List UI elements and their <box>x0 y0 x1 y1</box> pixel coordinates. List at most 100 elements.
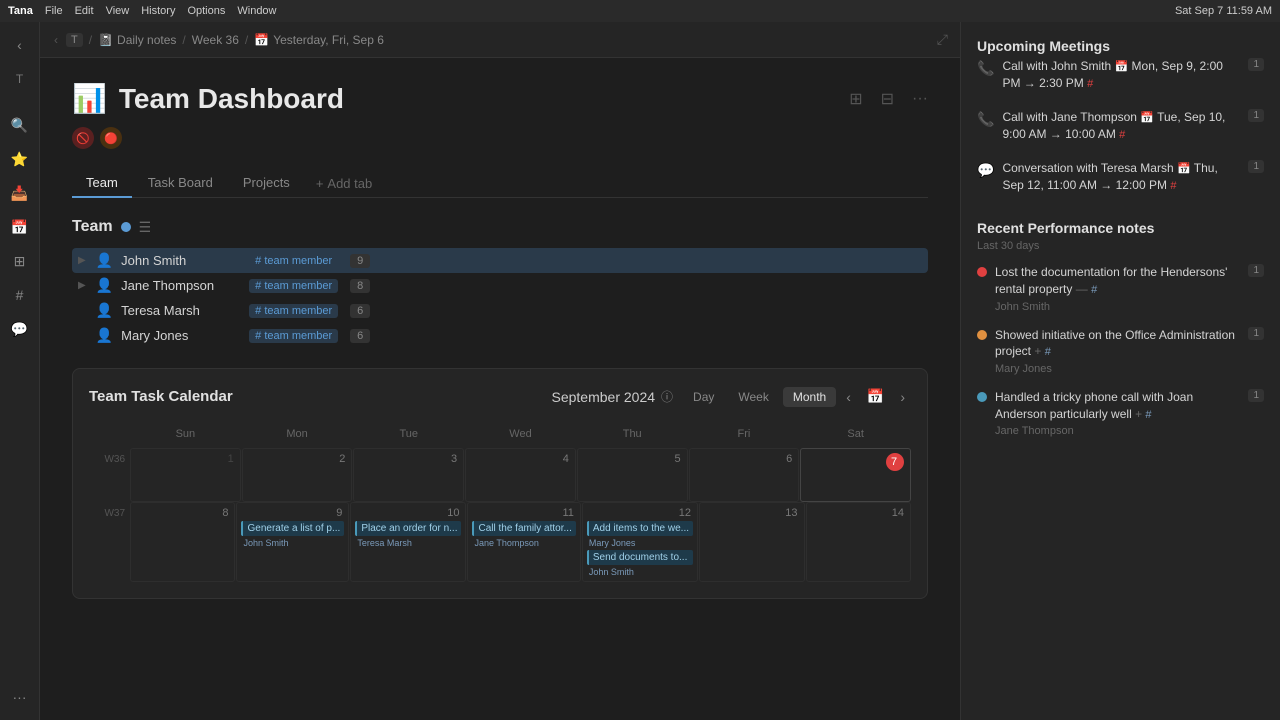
member-tag[interactable]: # team member <box>249 329 338 343</box>
page-badge-red[interactable]: 🚫 <box>72 127 94 149</box>
meeting-hash[interactable]: # <box>1170 180 1176 192</box>
sidebar-chat-icon[interactable]: 💬 <box>5 314 35 344</box>
menubar-history[interactable]: History <box>141 5 175 17</box>
meeting-title[interactable]: Call with Jane Thompson 📅 Tue, Sep 10, 9… <box>1002 109 1240 144</box>
meeting-hash[interactable]: # <box>1087 78 1093 90</box>
menubar-file[interactable]: File <box>45 5 63 17</box>
team-sort-icon[interactable]: ☰ <box>139 219 152 236</box>
team-member-jane-thompson[interactable]: ▶ 👤 Jane Thompson # team member 8 <box>72 273 928 298</box>
sidebar-search-icon[interactable]: 🔍 <box>5 110 35 140</box>
sidebar-inbox-icon[interactable]: 📥 <box>5 178 35 208</box>
cal-nav-prev[interactable]: ‹ <box>840 386 857 408</box>
cal-day-8[interactable]: 8 <box>130 502 235 582</box>
cal-day-4[interactable]: 4 <box>465 448 576 502</box>
breadcrumb-daily-notes[interactable]: 📓 Daily notes <box>98 33 176 47</box>
cal-day-12[interactable]: 12 Add items to the we... Mary Jones Sen… <box>582 502 698 582</box>
perf-hash[interactable]: # <box>1091 284 1097 296</box>
perf-plus-icon[interactable]: + <box>1135 407 1142 421</box>
cal-day-num: 2 <box>247 453 348 465</box>
member-person-icon: 👤 <box>96 302 113 319</box>
tab-projects[interactable]: Projects <box>229 169 304 198</box>
breadcrumb-week36[interactable]: Week 36 <box>192 33 239 47</box>
perf-hash[interactable]: # <box>1145 409 1151 421</box>
cal-day-num: 13 <box>704 507 799 519</box>
weekday-wed: Wed <box>465 424 576 444</box>
expand-icon[interactable]: ▶ <box>78 280 86 291</box>
sidebar-star-icon[interactable]: ⭐ <box>5 144 35 174</box>
team-member-mary-jones[interactable]: ▶ 👤 Mary Jones # team member 6 <box>72 323 928 348</box>
cal-day-11[interactable]: 11 Call the family attor... Jane Thompso… <box>467 502 580 582</box>
expand-icon[interactable]: ▶ <box>78 255 86 266</box>
cal-day-num: 4 <box>470 453 571 465</box>
sidebar-home-icon[interactable]: T <box>5 64 35 94</box>
sidebar-more-icon[interactable]: ··· <box>5 682 35 712</box>
page-title: Team Dashboard <box>119 83 344 115</box>
perf-minus-icon[interactable]: — <box>1076 282 1088 296</box>
calendar-row-w36: W36 1 2 3 4 <box>89 448 911 502</box>
cal-day-3[interactable]: 3 <box>353 448 464 502</box>
team-member-teresa-marsh[interactable]: ▶ 👤 Teresa Marsh # team member 6 <box>72 298 928 323</box>
cal-day-10[interactable]: 10 Place an order for n... Teresa Marsh <box>350 502 466 582</box>
meeting-title[interactable]: Conversation with Teresa Marsh 📅 Thu, Se… <box>1002 160 1240 195</box>
perf-hash[interactable]: # <box>1045 346 1051 358</box>
cal-day-num: 6 <box>694 453 795 465</box>
sidebar-tag-icon[interactable]: # <box>5 280 35 310</box>
cal-day-7-today[interactable]: 7 <box>800 448 911 502</box>
cal-view-day[interactable]: Day <box>683 387 724 407</box>
performance-notes-title: Recent Performance notes <box>977 220 1264 236</box>
cal-event-person: John Smith <box>241 538 344 548</box>
menubar-window[interactable]: Window <box>237 5 276 17</box>
upcoming-meetings-title: Upcoming Meetings <box>977 38 1264 54</box>
grid-icon[interactable]: ⊞ <box>849 89 862 109</box>
cal-nav-today[interactable]: 📅 <box>861 385 890 408</box>
meeting-hash[interactable]: # <box>1119 129 1125 141</box>
cal-day-14[interactable]: 14 <box>806 502 911 582</box>
settings-icon[interactable]: ⊟ <box>881 89 894 109</box>
cal-day-13[interactable]: 13 <box>699 502 804 582</box>
menubar-view[interactable]: View <box>106 5 130 17</box>
sidebar-calendar-icon[interactable]: 📅 <box>5 212 35 242</box>
cal-day-num: 11 <box>472 507 575 519</box>
perf-item-lost-docs: Lost the documentation for the Henderson… <box>977 264 1264 312</box>
menubar-edit[interactable]: Edit <box>75 5 94 17</box>
page-badge-orange[interactable]: 🔴 <box>100 127 122 149</box>
tab-team[interactable]: Team <box>72 169 132 198</box>
cal-view-month[interactable]: Month <box>783 387 836 407</box>
sidebar-back-btn[interactable]: ‹ <box>5 30 35 60</box>
meeting-title[interactable]: Call with John Smith 📅 Mon, Sep 9, 2:00 … <box>1002 58 1240 93</box>
cal-view-week[interactable]: Week <box>728 387 778 407</box>
team-member-john-smith[interactable]: ▶ 👤 John Smith # team member 9 <box>72 248 928 273</box>
menubar-app[interactable]: Tana <box>8 5 33 17</box>
perf-item-initiative: Showed initiative on the Office Administ… <box>977 327 1264 375</box>
breadcrumb-expand-icon[interactable]: ⤢ <box>937 31 948 48</box>
cal-event-add-items[interactable]: Add items to the we... <box>587 521 693 536</box>
cal-day-5[interactable]: 5 <box>577 448 688 502</box>
week-label-w36: W36 <box>89 448 129 502</box>
cal-day-9[interactable]: 9 Generate a list of p... John Smith <box>236 502 349 582</box>
perf-info: Lost the documentation for the Henderson… <box>995 264 1240 312</box>
perf-plus-icon[interactable]: + <box>1034 344 1041 358</box>
member-tag[interactable]: # team member <box>249 304 338 318</box>
add-tab-button[interactable]: +Add tab <box>306 170 382 197</box>
cal-nav-next[interactable]: › <box>894 386 911 408</box>
calendar-info-icon[interactable]: ⓘ <box>661 388 673 405</box>
breadcrumb-logo[interactable]: T <box>66 33 83 47</box>
cal-day-2[interactable]: 2 <box>242 448 353 502</box>
cal-event-place-order[interactable]: Place an order for n... <box>355 521 461 536</box>
cal-event-call-family[interactable]: Call the family attor... <box>472 521 575 536</box>
sidebar-grid-icon[interactable]: ⊞ <box>5 246 35 276</box>
page-title-row: 📊 Team Dashboard ⊞ ⊟ ··· <box>72 82 928 115</box>
tab-task-board[interactable]: Task Board <box>134 169 227 198</box>
cal-event-generate[interactable]: Generate a list of p... <box>241 521 344 536</box>
tabs-row: Team Task Board Projects +Add tab <box>72 169 928 198</box>
right-panel: Upcoming Meetings 📞 Call with John Smith… <box>960 22 1280 720</box>
member-tag[interactable]: # team member <box>249 279 338 293</box>
member-tag[interactable]: # team member <box>249 254 338 268</box>
more-icon[interactable]: ··· <box>912 90 928 108</box>
breadcrumb-yesterday[interactable]: 📅 Yesterday, Fri, Sep 6 <box>254 33 384 47</box>
meeting-badge: 1 <box>1248 109 1264 122</box>
cal-day-6[interactable]: 6 <box>689 448 800 502</box>
breadcrumb-back[interactable]: ‹ <box>52 31 60 49</box>
menubar-options[interactable]: Options <box>187 5 225 17</box>
cal-event-send-docs[interactable]: Send documents to... <box>587 550 693 565</box>
